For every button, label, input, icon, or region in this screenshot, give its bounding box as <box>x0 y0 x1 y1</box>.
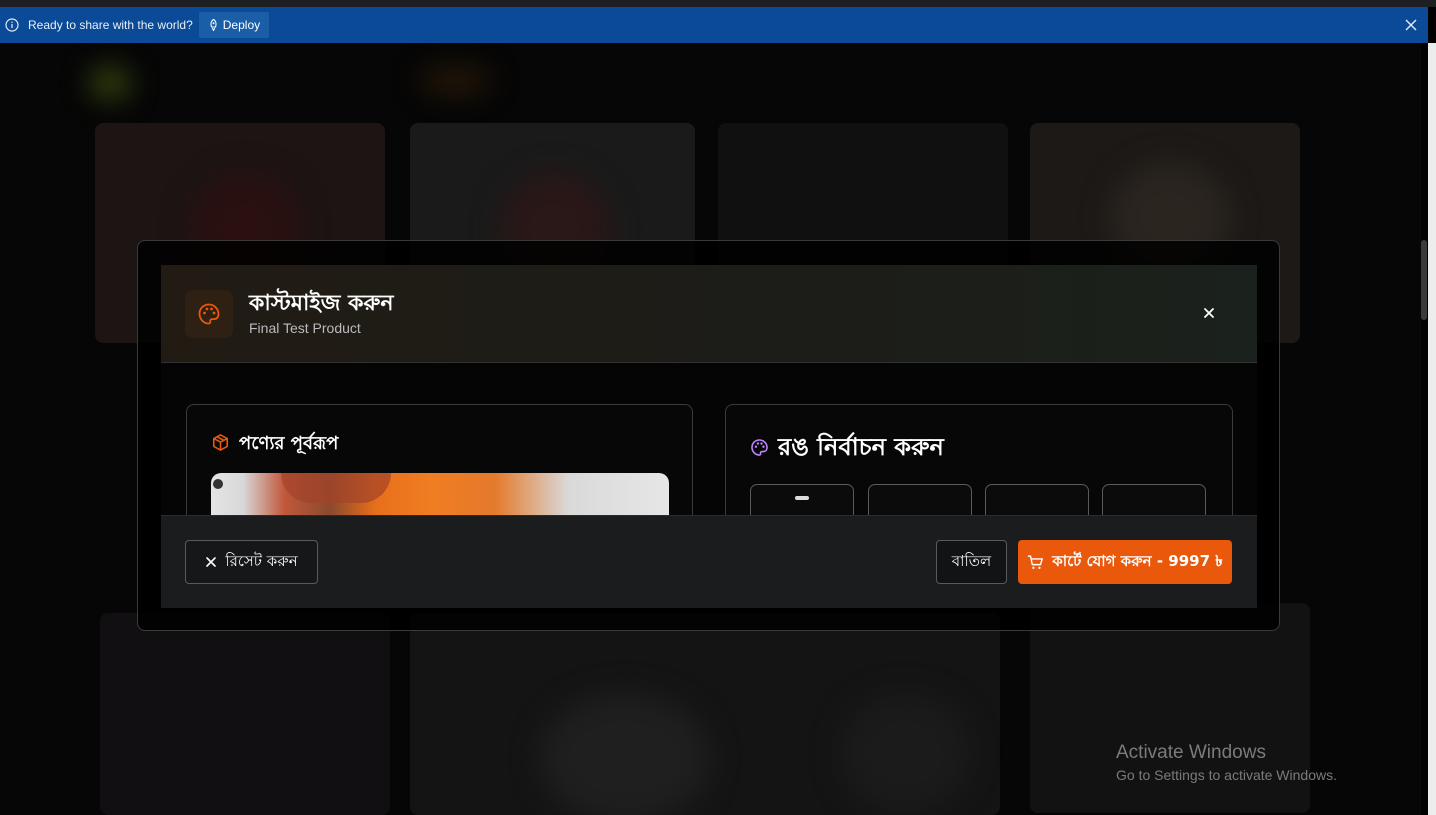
bg-nav <box>420 68 490 93</box>
window-top-strip <box>0 0 1436 7</box>
cancel-button[interactable]: বাতিল <box>936 540 1007 584</box>
swatch-detail <box>795 496 809 500</box>
customize-modal: কাস্টমাইজ করুন Final Test Product পণ্যের… <box>161 265 1257 608</box>
deploy-label: Deploy <box>222 18 261 32</box>
palette-icon <box>750 438 769 461</box>
image-detail <box>213 479 223 489</box>
close-icon[interactable] <box>1201 305 1217 321</box>
deploy-banner: Ready to share with the world? Deploy <box>0 7 1428 43</box>
image-detail <box>281 473 391 503</box>
color-swatch[interactable] <box>868 484 972 515</box>
bg-product-image <box>540 693 710 815</box>
info-icon <box>5 18 19 32</box>
bg-product-image <box>840 693 970 813</box>
scrollbar-thumb[interactable] <box>1421 240 1427 320</box>
modal-footer: রিসেট করুন বাতিল কার্টে যোগ করুন - 9997 … <box>161 515 1257 608</box>
watermark-title: Activate Windows <box>1116 742 1266 763</box>
banner-close-icon[interactable] <box>1404 17 1418 31</box>
color-swatch[interactable] <box>1102 484 1206 515</box>
banner-message: Ready to share with the world? <box>28 18 193 32</box>
modal-title: কাস্টমাইজ করুন <box>249 291 394 316</box>
reset-button[interactable]: রিসেট করুন <box>185 540 318 584</box>
page-scrollbar[interactable] <box>1428 43 1436 815</box>
modal-body[interactable]: পণ্যের পূর্বরূপ রঙ নির্বাচন করুন <box>161 363 1257 515</box>
deploy-button[interactable]: Deploy <box>198 12 270 38</box>
bg-product-card <box>100 613 390 815</box>
color-selection-panel: রঙ নির্বাচন করুন <box>725 404 1233 515</box>
palette-icon <box>185 290 233 338</box>
preview-panel-title: পণ্যের পূর্বরূপ <box>239 433 339 454</box>
bg-logo <box>90 68 130 98</box>
watermark-subtitle: Go to Settings to activate Windows. <box>1116 767 1337 783</box>
color-panel-title: রঙ নির্বাচন করুন <box>778 433 944 461</box>
x-icon <box>206 557 217 567</box>
add-to-cart-button[interactable]: কার্টে যোগ করুন - 9997 ৳ <box>1018 540 1232 584</box>
reset-label: রিসেট করুন <box>225 551 298 570</box>
shopping-cart-icon <box>1027 554 1044 569</box>
windows-activation-watermark: Activate Windows Go to Settings to activ… <box>1116 742 1337 783</box>
modal-header: কাস্টমাইজ করুন Final Test Product <box>161 265 1257 363</box>
product-preview-panel: পণ্যের পূর্বরূপ <box>186 404 693 515</box>
product-preview-image <box>211 473 669 515</box>
modal-subtitle: Final Test Product <box>249 320 361 336</box>
cancel-label: বাতিল <box>951 551 992 570</box>
color-swatch[interactable] <box>750 484 854 515</box>
rocket-icon <box>210 19 217 31</box>
box-icon <box>211 433 230 456</box>
color-swatch[interactable] <box>985 484 1089 515</box>
add-to-cart-label: কার্টে যোগ করুন - 9997 ৳ <box>1052 551 1223 570</box>
